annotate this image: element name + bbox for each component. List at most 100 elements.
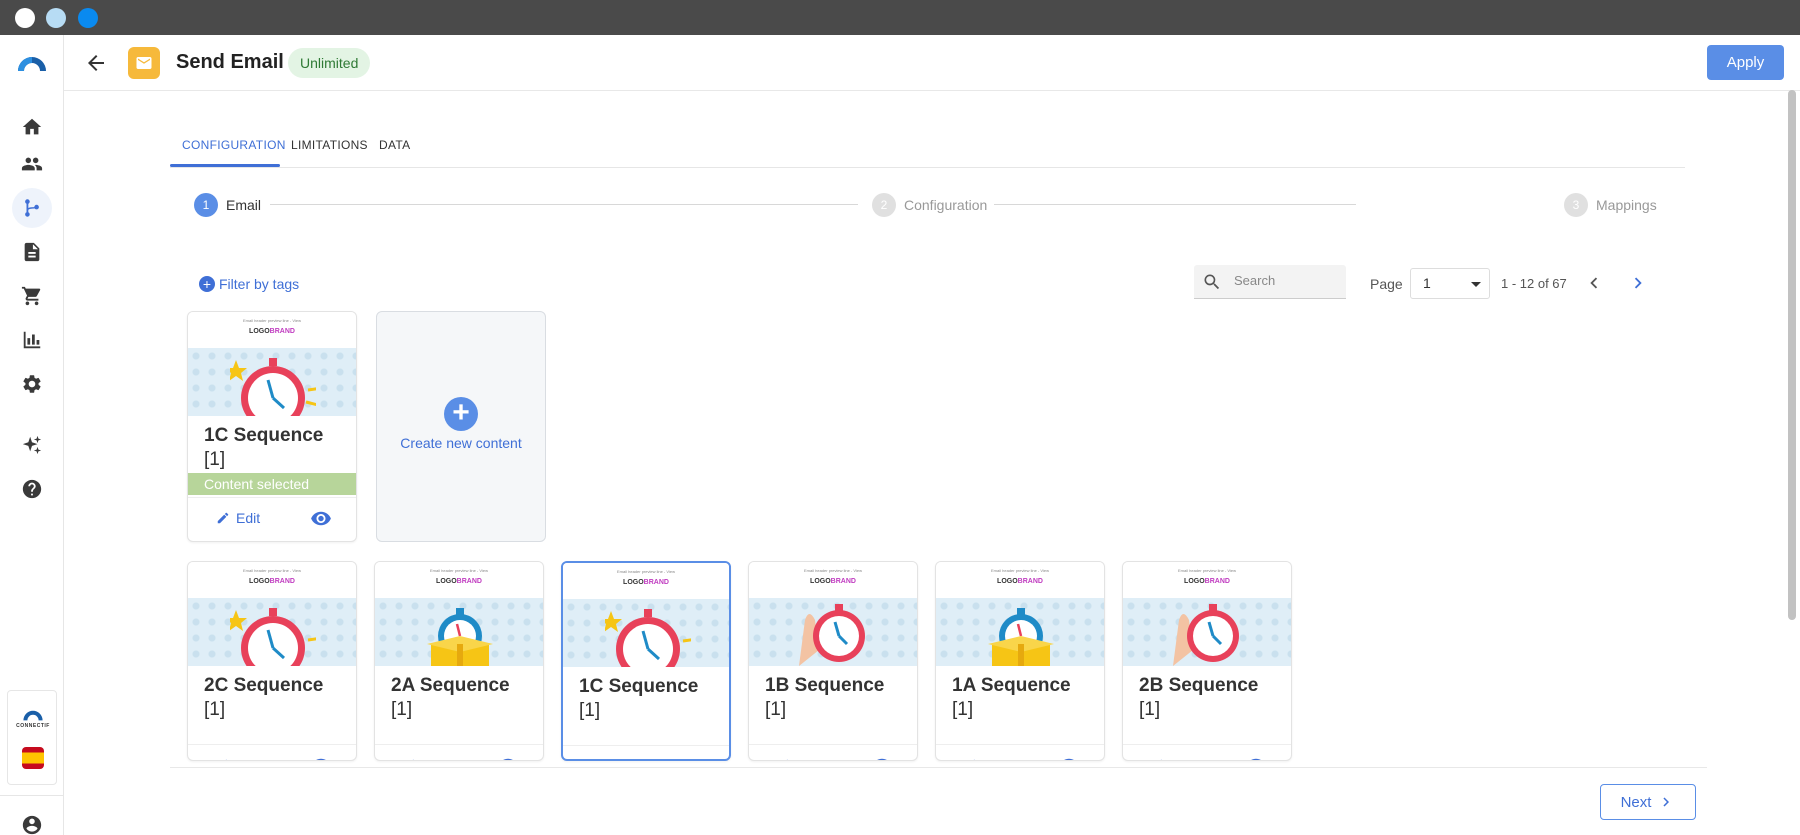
edit-button[interactable]: Edit — [1151, 757, 1195, 760]
search-icon — [1204, 274, 1220, 290]
card-footer: Edit — [188, 744, 356, 760]
vertical-scrollbar[interactable] — [1788, 90, 1796, 620]
window-minimize-button[interactable] — [46, 8, 66, 28]
content-card[interactable]: Email header preview line - View LOGOBRAN… — [935, 561, 1105, 761]
next-label: Next — [1620, 793, 1652, 811]
stopwatch-box-illustration — [427, 608, 493, 666]
gear-icon — [23, 375, 41, 393]
step-2-label: Configuration — [904, 197, 988, 213]
envelope-icon — [136, 57, 152, 69]
sidebar-item-contacts[interactable] — [12, 144, 52, 184]
preview-button[interactable] — [683, 758, 705, 761]
sidebar-item-home[interactable] — [12, 107, 52, 147]
edit-button[interactable]: Edit — [591, 758, 635, 759]
stopwatch-hand-illustration — [799, 604, 865, 666]
step-2-circle: 2 — [872, 193, 896, 217]
content-card[interactable]: Email header preview line - View LOGOBRAN… — [187, 561, 357, 761]
help-icon — [22, 479, 42, 499]
eye-icon — [683, 758, 705, 761]
window-maximize-button[interactable] — [78, 8, 98, 28]
chevron-right-icon — [1634, 277, 1642, 289]
window-close-button[interactable] — [15, 8, 35, 28]
content-card[interactable]: Email header preview line - View LOGOBRAN… — [748, 561, 918, 761]
pencil-icon — [973, 759, 975, 760]
preview-button[interactable] — [1058, 757, 1080, 760]
content-card[interactable]: Email header preview line - View LOGOBRAN… — [561, 561, 731, 761]
pencil-icon — [786, 759, 788, 760]
bar-chart-icon — [23, 331, 41, 349]
people-icon — [21, 157, 43, 171]
preview-button[interactable] — [1245, 757, 1267, 760]
tab-configuration[interactable]: CONFIGURATION — [182, 138, 286, 152]
page-title: Send Email — [176, 51, 284, 73]
search-input[interactable] — [1234, 273, 1339, 288]
thumbnail-logo: LOGOBRAND — [1184, 578, 1230, 585]
back-button[interactable] — [84, 51, 108, 75]
thumbnail-logo: LOGOBRAND — [810, 578, 856, 585]
content-thumbnail: Email header preview line - View LOGOBRAN… — [375, 562, 543, 666]
eye-icon — [316, 758, 326, 760]
sidebar-item-settings[interactable] — [12, 364, 52, 404]
sidebar-item-ai[interactable] — [12, 425, 52, 465]
card-subtitle: [1] — [579, 700, 601, 721]
sidebar-item-account[interactable] — [12, 805, 52, 835]
tab-data[interactable]: DATA — [379, 138, 410, 152]
apply-button[interactable]: Apply — [1707, 45, 1784, 80]
card-footer: Edit — [749, 744, 917, 760]
edit-button[interactable]: Edit — [216, 757, 260, 760]
thumbnail-header-text: Email header preview line - View — [617, 569, 675, 574]
sidebar-item-content[interactable] — [12, 232, 52, 272]
stopwatch-star-illustration — [605, 609, 691, 667]
filter-by-tags-button[interactable]: + Filter by tags — [199, 274, 299, 294]
header-bar: Send Email Unlimited Apply — [64, 35, 1800, 91]
page-range: 1 - 12 of 67 — [1501, 276, 1567, 291]
page-select-value: 1 — [1423, 275, 1431, 291]
eye-icon — [503, 758, 513, 760]
card-subtitle: [1] — [952, 699, 974, 720]
pencil-icon — [225, 759, 227, 760]
dropdown-caret-icon — [1471, 282, 1481, 287]
sidebar-item-commerce[interactable] — [12, 276, 52, 316]
active-tab-indicator — [170, 164, 280, 167]
card-title: 2B Sequence — [1139, 675, 1259, 696]
app-logo-icon[interactable] — [16, 53, 48, 73]
step-connector — [270, 204, 858, 205]
account-brand-panel[interactable]: CONNECTIF — [7, 690, 57, 785]
next-button[interactable]: Next — [1600, 784, 1696, 820]
page-select[interactable]: 1 — [1410, 268, 1490, 299]
preview-button[interactable] — [497, 757, 519, 760]
content-card[interactable]: Email header preview line - View LOGOBRAN… — [374, 561, 544, 761]
preview-button[interactable] — [310, 757, 332, 760]
preview-button[interactable] — [871, 757, 893, 760]
card-title: 1C Sequence — [579, 676, 699, 697]
pencil-icon — [412, 759, 414, 760]
sidebar-item-journeys[interactable] — [12, 188, 52, 228]
home-icon — [22, 118, 42, 135]
sparkle-icon — [22, 435, 42, 455]
previous-page-button[interactable] — [1583, 272, 1605, 294]
tab-limitations[interactable]: LIMITATIONS — [291, 138, 368, 152]
thumbnail-logo: LOGOBRAND — [623, 579, 669, 586]
content-thumbnail: Email header preview line - View LOGOBRAN… — [563, 563, 729, 667]
edit-button[interactable]: Edit — [403, 757, 447, 760]
content-thumbnail: Email header preview line - View LOGOBRAN… — [1123, 562, 1291, 666]
card-footer: Edit — [936, 744, 1104, 760]
eye-icon — [1064, 758, 1074, 760]
content-card[interactable]: Email header preview line - View LOGOBRAN… — [1122, 561, 1292, 761]
sidebar-item-analytics[interactable] — [12, 320, 52, 360]
sidebar-item-help[interactable] — [12, 469, 52, 509]
edit-button[interactable]: Edit — [777, 757, 821, 760]
page-label: Page — [1370, 276, 1403, 292]
thumbnail-logo: LOGOBRAND — [997, 578, 1043, 585]
card-title: 1A Sequence — [952, 675, 1071, 696]
stopwatch-box-illustration — [988, 608, 1054, 666]
next-page-button[interactable] — [1627, 272, 1649, 294]
chevron-left-icon — [1590, 277, 1598, 289]
card-subtitle: [1] — [391, 699, 413, 720]
card-title: 2C Sequence — [204, 675, 324, 696]
stepper: 1 Email 2 Configuration 3 Mappings — [194, 193, 1657, 217]
edit-button[interactable]: Edit — [964, 757, 1008, 760]
thumbnail-header-text: Email header preview line - View — [804, 568, 862, 573]
language-flag-icon[interactable] — [22, 747, 44, 769]
footer-divider — [170, 767, 1707, 768]
